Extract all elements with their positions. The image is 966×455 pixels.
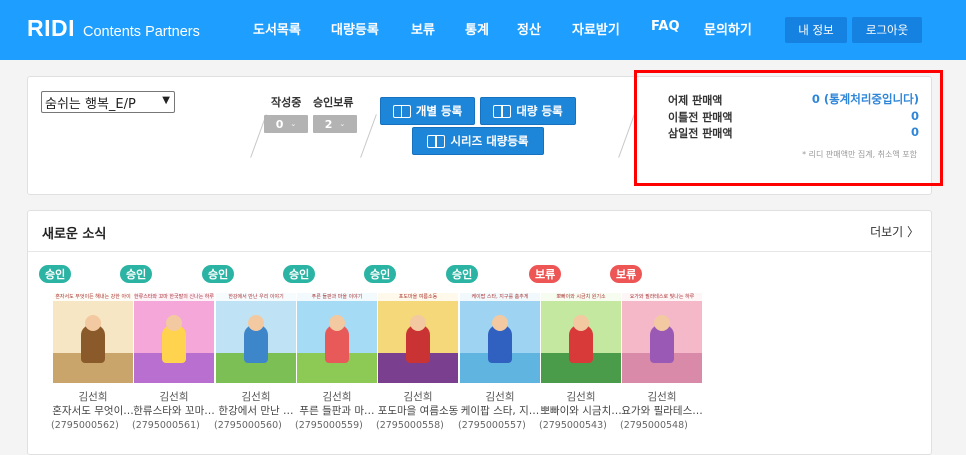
book-icon [427,134,446,148]
cover-figure-head [573,315,589,331]
book-select[interactable]: 숨쉬는 행복_E/P ▼ [41,91,175,113]
divider [360,114,377,158]
top-header: RIDI Contents Partners 도서목록 대량등록 보류 통계 정… [0,0,966,60]
logout-button[interactable]: 로그아웃 [852,17,922,43]
cover-title-strip: 푸른 들판과 마을 이야기 [297,293,377,301]
approval-hold-label: 승인보류 [313,96,354,109]
cover-figure-head [166,315,182,331]
book-icon [493,104,512,118]
individual-register-button[interactable]: 개별 등록 [380,97,475,125]
news-title: 새로운 소식 [42,227,107,242]
individual-register-label: 개별 등록 [415,104,463,118]
book-title[interactable]: 푸른 들판과 마… [291,403,383,418]
chevron-down-icon: ⌄ [339,120,346,128]
cover-figure-head [329,315,345,331]
nav-downloads[interactable]: 자료받기 [572,19,620,38]
book-id: (2795000548) [620,420,688,431]
cover-figure-head [85,315,101,331]
book-title[interactable]: 케이팝 스타, 지… [454,403,546,418]
highlight-box [634,70,943,186]
cover-figure-head [492,315,508,331]
book-author: 김선희 [647,391,677,403]
chevron-down-icon: ⌄ [290,120,297,128]
nav-inquiry[interactable]: 문의하기 [704,19,752,38]
status-badge: 보류 [610,265,643,283]
book-cover[interactable]: 포도마을 여름소동 [378,293,458,383]
book-select-value: 숨쉬는 행복_E/P [45,96,136,112]
book-id: (2795000543) [539,420,607,431]
writing-count-value: 0 [275,117,284,131]
book-author: 김선희 [403,391,433,403]
logo[interactable]: RIDI Contents Partners [27,15,200,42]
approval-hold-count[interactable]: 2 ⌄ [313,115,357,133]
series-bulk-register-label: 시리즈 대량등록 [450,134,529,148]
book-cover[interactable]: 뽀빠이와 시금치 원기소 [541,293,621,383]
status-badge: 승인 [283,265,316,283]
nav-bulk-register[interactable]: 대량등록 [331,19,379,38]
divider [28,251,931,252]
book-icon [392,104,411,118]
book-author: 김선희 [159,391,189,403]
chevron-down-icon: ▼ [162,95,170,106]
nav-settlement[interactable]: 정산 [517,19,541,38]
book-cover[interactable]: 요가와 필라테스로 빛나는 하루 [622,293,702,383]
nav-faq[interactable]: FAQ [651,19,680,34]
book-id: (2795000562) [51,420,119,431]
book-cover[interactable]: 한강에서 만난 우리 이야기 [216,293,296,383]
cover-title-strip: 뽀빠이와 시금치 원기소 [541,293,621,301]
cover-title-strip: 한강에서 만난 우리 이야기 [216,293,296,301]
status-badge: 승인 [446,265,479,283]
nav-statistics[interactable]: 통계 [465,19,489,38]
more-link[interactable]: 더보기 〉 [870,223,919,240]
cover-title-strip: 요가와 필라테스로 빛나는 하루 [622,293,702,301]
book-cover[interactable]: 혼자서도 무엇이든 해내는 강한 아이 [53,293,133,383]
writing-label: 작성중 [271,96,302,109]
cover-figure-head [654,315,670,331]
book-cover[interactable]: 한류스타와 꼬마 한국말의 신나는 하루 [134,293,214,383]
status-badge: 보류 [529,265,562,283]
logo-sub-text: Contents Partners [83,24,200,40]
news-section: 새로운 소식 더보기 〉 혼자서도 무엇이든 해내는 강한 아이 승인 김선희 … [27,210,932,455]
book-title[interactable]: 한류스타와 꼬마… [128,403,220,418]
book-cover[interactable]: 푸른 들판과 마을 이야기 [297,293,377,383]
series-bulk-register-button[interactable]: 시리즈 대량등록 [412,127,544,155]
approval-hold-count-value: 2 [324,117,333,131]
book-title[interactable]: 혼자서도 무엇이… [47,403,139,418]
book-title[interactable]: 요가와 필라테스… [616,403,708,418]
status-badge: 승인 [39,265,72,283]
book-cover[interactable]: 케이팝 스타, 지구를 춤추게 [460,293,540,383]
cover-title-strip: 한류스타와 꼬마 한국말의 신나는 하루 [134,293,214,301]
nav-hold[interactable]: 보류 [411,19,435,38]
book-title[interactable]: 한강에서 만난 … [210,403,302,418]
book-id: (2795000561) [132,420,200,431]
status-badge: 승인 [202,265,235,283]
bulk-register-button[interactable]: 대량 등록 [480,97,576,125]
book-id: (2795000559) [295,420,363,431]
cover-title-strip: 케이팝 스타, 지구를 춤추게 [460,293,540,301]
book-title[interactable]: 포도마을 여름소동 [372,403,464,418]
book-title[interactable]: 뽀빠이와 시금치… [535,403,627,418]
book-id: (2795000558) [376,420,444,431]
cover-figure-head [248,315,264,331]
bulk-register-label: 대량 등록 [516,104,563,118]
writing-count[interactable]: 0 ⌄ [264,115,308,133]
status-badge: 승인 [120,265,153,283]
book-id: (2795000557) [458,420,526,431]
book-author: 김선희 [566,391,596,403]
cover-title-strip: 혼자서도 무엇이든 해내는 강한 아이 [53,293,133,301]
logo-main-text: RIDI [27,15,75,41]
book-author: 김선희 [241,391,271,403]
status-badge: 승인 [364,265,397,283]
cover-title-strip: 포도마을 여름소동 [378,293,458,301]
my-info-button[interactable]: 내 정보 [785,17,847,43]
book-id: (2795000560) [214,420,282,431]
divider [618,114,635,158]
book-author: 김선희 [485,391,515,403]
nav-book-list[interactable]: 도서목록 [253,19,301,38]
cover-figure-head [410,315,426,331]
book-author: 김선희 [78,391,108,403]
book-author: 김선희 [322,391,352,403]
